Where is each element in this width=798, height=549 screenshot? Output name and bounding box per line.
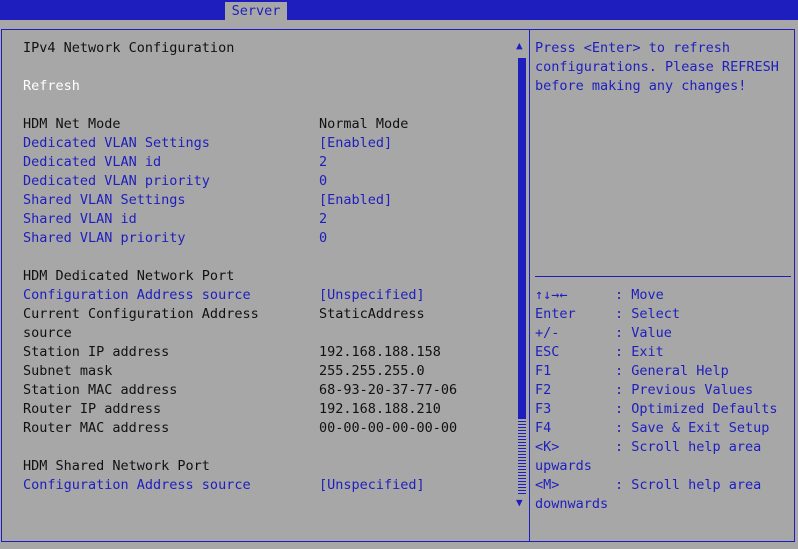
key-desc: : General Help xyxy=(615,363,729,379)
dedicated-vlan-id-value[interactable]: 2 xyxy=(319,153,327,172)
key-desc: : Scroll help area xyxy=(615,439,762,455)
key-desc: : Exit xyxy=(615,344,664,360)
router-mac-label: Router MAC address xyxy=(23,420,170,436)
key-f2: F2 xyxy=(535,382,552,398)
scrollbar-track[interactable] xyxy=(518,418,526,494)
scroll-up-arrow-icon[interactable]: ▲ xyxy=(516,40,523,52)
dedicated-vlan-settings-value[interactable]: [Enabled] xyxy=(319,134,392,153)
station-mac-label: Station MAC address xyxy=(23,382,178,398)
shared-vlan-id-value[interactable]: 2 xyxy=(319,210,327,229)
net-mode-label: HDM Net Mode xyxy=(23,116,121,132)
key-f4: F4 xyxy=(535,420,552,436)
shared-port-heading: HDM Shared Network Port xyxy=(23,458,210,474)
key-desc: : Previous Values xyxy=(615,382,754,398)
current-config-value: StaticAddress xyxy=(319,306,425,322)
panel-divider xyxy=(529,29,530,542)
shared-config-source-label[interactable]: Configuration Address source xyxy=(23,476,251,495)
key-f3: F3 xyxy=(535,401,552,417)
station-ip-label: Station IP address xyxy=(23,344,170,360)
dedicated-config-source-label[interactable]: Configuration Address source xyxy=(23,286,251,305)
shared-vlan-settings-label[interactable]: Shared VLAN Settings xyxy=(23,191,186,210)
key-desc: : Optimized Defaults xyxy=(615,401,778,417)
current-config-label-cont: source xyxy=(23,325,72,341)
key-desc-cont: downwards xyxy=(535,496,609,512)
key-desc: : Scroll help area xyxy=(615,477,762,493)
net-mode-value: Normal Mode xyxy=(319,116,409,132)
station-mac-value: 68-93-20-37-77-06 xyxy=(319,382,458,398)
key-plus-minus: +/- xyxy=(535,325,560,341)
key-k: <K> xyxy=(535,439,560,455)
dedicated-vlan-priority-value[interactable]: 0 xyxy=(319,172,327,191)
key-desc: : Value xyxy=(615,325,672,341)
subnet-mask-label: Subnet mask xyxy=(23,363,113,379)
router-ip-label: Router IP address xyxy=(23,401,162,417)
station-ip-value: 192.168.188.158 xyxy=(319,344,441,360)
subnet-mask-value: 255.255.255.0 xyxy=(319,363,425,379)
scrollbar-thumb[interactable] xyxy=(518,58,526,418)
shared-vlan-priority-value[interactable]: 0 xyxy=(319,229,327,248)
shared-config-source-value[interactable]: [Unspecified] xyxy=(319,476,425,495)
key-desc: : Save & Exit Setup xyxy=(615,420,770,436)
help-text: Press <Enter> to refresh configurations.… xyxy=(535,39,785,96)
help-divider xyxy=(535,276,791,277)
key-arrows: ↑↓→← xyxy=(535,287,568,303)
dedicated-config-source-value[interactable]: [Unspecified] xyxy=(319,286,425,305)
top-menu-bar: Server xyxy=(0,0,798,20)
current-config-label: Current Configuration Address xyxy=(23,306,259,322)
dedicated-vlan-priority-label[interactable]: Dedicated VLAN priority xyxy=(23,172,210,191)
shared-vlan-id-label[interactable]: Shared VLAN id xyxy=(23,210,137,229)
dedicated-port-heading: HDM Dedicated Network Port xyxy=(23,268,235,284)
key-esc: ESC xyxy=(535,344,560,360)
dedicated-vlan-settings-label[interactable]: Dedicated VLAN Settings xyxy=(23,134,210,153)
scroll-down-arrow-icon[interactable]: ▼ xyxy=(516,497,523,509)
help-line: before making any changes! xyxy=(535,78,747,94)
shared-vlan-priority-label[interactable]: Shared VLAN priority xyxy=(23,229,186,248)
help-line: configurations. Please REFRESH xyxy=(535,59,779,75)
refresh-item[interactable]: Refresh xyxy=(23,77,80,96)
key-desc: : Select xyxy=(615,306,681,322)
help-line: Press <Enter> to refresh xyxy=(535,40,731,56)
key-enter: Enter xyxy=(535,306,576,322)
shared-vlan-settings-value[interactable]: [Enabled] xyxy=(319,191,392,210)
dedicated-vlan-id-label[interactable]: Dedicated VLAN id xyxy=(23,153,161,172)
page-title: IPv4 Network Configuration xyxy=(23,40,235,56)
key-m: <M> xyxy=(535,477,560,493)
key-desc: : Move xyxy=(615,287,664,303)
router-ip-value: 192.168.188.210 xyxy=(319,401,441,417)
tab-server[interactable]: Server xyxy=(225,2,287,20)
key-f1: F1 xyxy=(535,363,552,379)
key-desc-cont: upwards xyxy=(535,458,592,474)
router-mac-value: 00-00-00-00-00-00 xyxy=(319,420,458,436)
